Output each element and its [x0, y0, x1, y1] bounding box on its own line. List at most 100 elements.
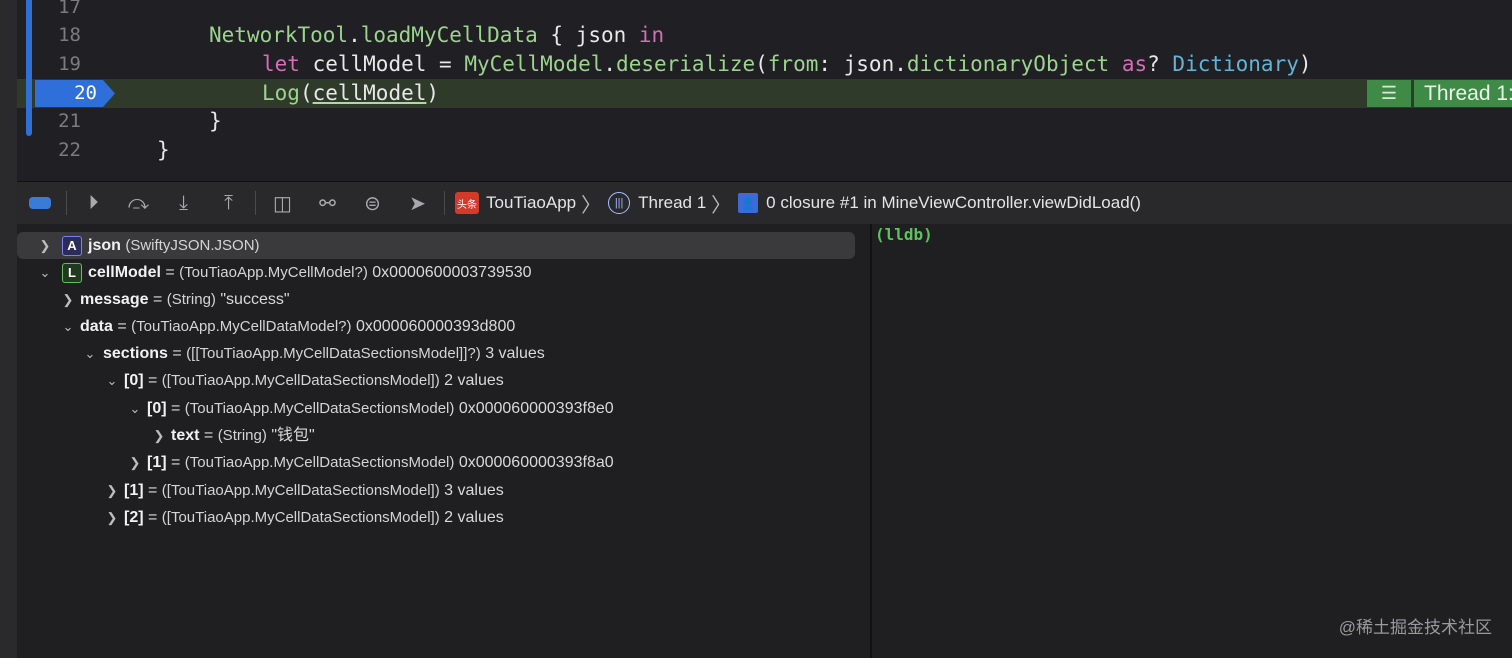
- token: ): [1298, 52, 1312, 76]
- breadcrumb-thread[interactable]: Thread 1: [638, 193, 706, 213]
- variable-row[interactable]: ⌄ data = (TouTiaoApp.MyCellDataModel?) 0…: [17, 313, 870, 340]
- variable-type: (String): [166, 291, 216, 308]
- toggle-debug-area-button[interactable]: [17, 182, 62, 224]
- thread-indicator-label: Thread 1:: [1414, 80, 1512, 107]
- variable-name: [1]: [147, 454, 167, 471]
- token: (: [299, 81, 313, 105]
- code-line-17: 17: [17, 0, 1512, 22]
- chevron-down-icon[interactable]: ⌄: [38, 259, 52, 286]
- code-text[interactable]: let cellModel = MyCellModel.deserialize(…: [262, 50, 1312, 79]
- code-editor[interactable]: 17 18 NetworkTool.loadMyCellData { json …: [17, 0, 1512, 181]
- memory-graph-button[interactable]: ⚯: [305, 182, 350, 224]
- variable-row[interactable]: ❯ A json (SwiftyJSON.JSON): [17, 232, 855, 259]
- code-text[interactable]: Log(cellModel): [262, 79, 439, 108]
- token: ): [426, 81, 440, 105]
- token-type: NetworkTool: [209, 23, 349, 47]
- simulate-location-button[interactable]: ➤: [395, 182, 440, 224]
- variable-name: sections: [103, 345, 168, 362]
- variable-row[interactable]: ❯ [1] = (TouTiaoApp.MyCellDataSectionsMo…: [17, 449, 870, 476]
- location-arrow-icon: ➤: [409, 192, 426, 215]
- code-text[interactable]: }: [157, 136, 170, 165]
- variable-row[interactable]: ⌄ [0] = (TouTiaoApp.MyCellDataSectionsMo…: [17, 395, 870, 422]
- variable-row[interactable]: ⌄ [0] = ([TouTiaoApp.MyCellDataSectionsM…: [17, 367, 870, 394]
- separator: [444, 191, 445, 215]
- variable-value: 3 values: [444, 482, 504, 499]
- variable-type: (String): [217, 427, 267, 444]
- variable-type: (SwiftyJSON.JSON): [125, 237, 260, 254]
- variable-type: ([[TouTiaoApp.MyCellDataSectionsModel]]?…: [186, 345, 481, 362]
- variable-row[interactable]: ❯ text = (String) "钱包": [17, 422, 870, 449]
- variable-value: "钱包": [271, 427, 315, 444]
- variables-view[interactable]: ❯ A json (SwiftyJSON.JSON) ⌄ L cellModel…: [17, 224, 870, 658]
- variable-text: data = (TouTiaoApp.MyCellDataModel?) 0x0…: [80, 318, 516, 335]
- step-into-button[interactable]: ⤓: [161, 182, 206, 224]
- chevron-right-icon[interactable]: ❯: [152, 422, 166, 449]
- variable-name: [2]: [124, 509, 144, 526]
- chevron-down-icon[interactable]: ⌄: [105, 367, 119, 394]
- local-badge: L: [62, 263, 82, 283]
- variable-value: 0x000060000393f8e0: [458, 400, 614, 417]
- chevron-down-icon[interactable]: ⌄: [61, 313, 75, 340]
- toggles-icon: ⊜: [364, 192, 381, 215]
- token-property: dictionaryObject: [906, 52, 1110, 76]
- code-line-19: 19 let cellModel = MyCellModel.deseriali…: [17, 50, 1512, 79]
- variable-row[interactable]: ❯ [1] = ([TouTiaoApp.MyCellDataSectionsM…: [17, 477, 870, 504]
- step-over-button[interactable]: ⤼: [116, 182, 161, 224]
- step-over-icon: ⤼: [127, 191, 150, 214]
- continue-button[interactable]: ⏵: [71, 182, 116, 224]
- thread-indicator[interactable]: ☰ Thread 1:: [1367, 80, 1512, 107]
- layers-icon: ◫: [273, 192, 292, 215]
- token-system-type: Dictionary: [1172, 52, 1299, 76]
- variable-row[interactable]: ⌄ sections = ([[TouTiaoApp.MyCellDataSec…: [17, 340, 870, 367]
- variable-text: [0] = ([TouTiaoApp.MyCellDataSectionsMod…: [124, 372, 504, 389]
- variable-text: [1] = (TouTiaoApp.MyCellDataSectionsMode…: [147, 454, 614, 471]
- variable-row[interactable]: ⌄ L cellModel = (TouTiaoApp.MyCellModel?…: [17, 259, 870, 286]
- list-icon[interactable]: ☰: [1367, 80, 1411, 107]
- variable-text: message = (String) "success": [80, 291, 290, 308]
- step-out-icon: ⤒: [224, 191, 233, 214]
- variable-name: text: [171, 427, 200, 444]
- debug-bar: ⏵ ⤼ ⤓ ⤒ ◫ ⚯ ⊜ ➤ 头条 TouTiaoApp 〉 ||| Thre…: [17, 181, 1512, 225]
- token-keyword: in: [638, 23, 665, 47]
- environment-overrides-button[interactable]: ⊜: [350, 182, 395, 224]
- token-variable: cellModel: [312, 81, 427, 105]
- code-line-21: 21 }: [17, 107, 1512, 136]
- view-hierarchy-button[interactable]: ◫: [260, 182, 305, 224]
- variable-name: [1]: [124, 482, 144, 499]
- variable-type: (TouTiaoApp.MyCellDataSectionsModel): [184, 454, 455, 471]
- breadcrumb-frame[interactable]: 0 closure #1 in MineViewController.viewD…: [766, 193, 1141, 213]
- code-line-18: 18 NetworkTool.loadMyCellData { json in: [17, 21, 1512, 50]
- code-text[interactable]: }: [209, 107, 222, 136]
- variable-type: ([TouTiaoApp.MyCellDataSectionsModel]): [161, 372, 440, 389]
- toggle-icon: [28, 197, 51, 209]
- token-keyword: as: [1121, 52, 1148, 76]
- chevron-down-icon[interactable]: ⌄: [83, 340, 97, 367]
- chevron-right-icon[interactable]: ❯: [105, 477, 119, 504]
- token-label: from: [767, 52, 819, 76]
- variable-value: 3 values: [485, 345, 545, 362]
- breakpoint-marker[interactable]: 20: [35, 80, 115, 107]
- variable-type: ([TouTiaoApp.MyCellDataSectionsModel]): [161, 482, 440, 499]
- lldb-console[interactable]: (lldb) @稀土掘金技术社区: [872, 224, 1512, 658]
- frame-person-icon: 👤: [738, 193, 759, 213]
- variable-type: (TouTiaoApp.MyCellDataSectionsModel): [184, 400, 455, 417]
- step-out-button[interactable]: ⤒: [206, 182, 251, 224]
- chevron-right-icon[interactable]: ❯: [128, 449, 142, 476]
- line-number[interactable]: 22: [17, 136, 81, 165]
- chevron-down-icon[interactable]: ⌄: [128, 395, 142, 422]
- variable-row[interactable]: ❯ [2] = ([TouTiaoApp.MyCellDataSectionsM…: [17, 504, 870, 531]
- graph-icon: ⚯: [319, 192, 336, 215]
- code-line-22: 22 }: [17, 136, 1512, 165]
- variable-name: cellModel: [88, 264, 161, 281]
- chevron-right-icon[interactable]: ❯: [38, 232, 52, 259]
- variable-name: message: [80, 291, 149, 308]
- variable-text: sections = ([[TouTiaoApp.MyCellDataSecti…: [103, 345, 545, 362]
- token-method: deserialize: [616, 52, 756, 76]
- variable-row[interactable]: ❯ message = (String) "success": [17, 286, 870, 313]
- code-text[interactable]: NetworkTool.loadMyCellData { json in: [209, 21, 664, 50]
- continue-icon: ⏵: [88, 191, 99, 214]
- chevron-right-icon[interactable]: ❯: [61, 286, 75, 313]
- variable-value: 0x0000600003739530: [372, 264, 532, 281]
- breadcrumb-app[interactable]: TouTiaoApp: [486, 193, 576, 213]
- chevron-right-icon[interactable]: ❯: [105, 504, 119, 531]
